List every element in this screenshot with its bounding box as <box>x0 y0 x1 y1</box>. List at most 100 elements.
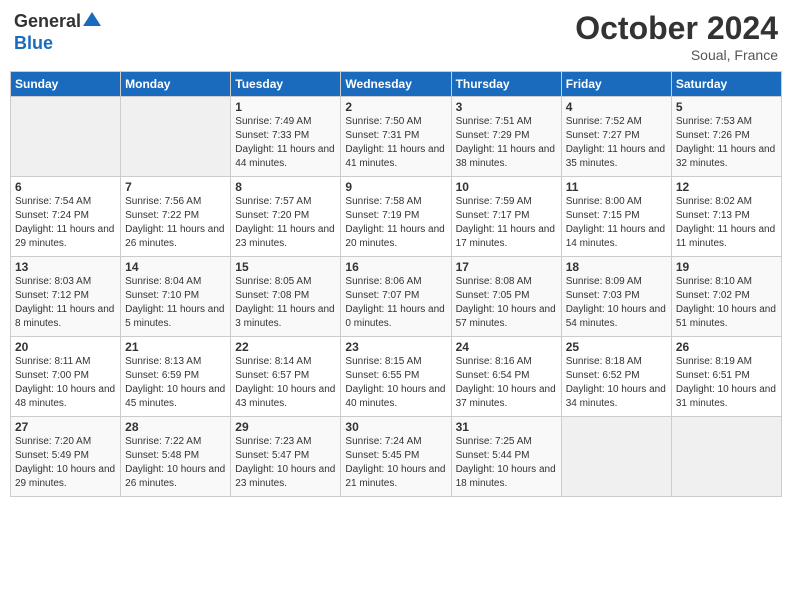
cell-content: Sunrise: 8:13 AMSunset: 6:59 PMDaylight:… <box>125 355 226 411</box>
day-number: 31 <box>456 420 557 434</box>
day-number: 22 <box>235 340 336 354</box>
cell-content: Sunrise: 8:19 AMSunset: 6:51 PMDaylight:… <box>676 355 777 411</box>
calendar-week-row: 27Sunrise: 7:20 AMSunset: 5:49 PMDayligh… <box>11 417 782 497</box>
cell-content: Sunrise: 7:49 AMSunset: 7:33 PMDaylight:… <box>235 115 336 171</box>
cell-content: Sunrise: 8:00 AMSunset: 7:15 PMDaylight:… <box>566 195 667 251</box>
day-number: 18 <box>566 260 667 274</box>
day-number: 24 <box>456 340 557 354</box>
calendar-cell <box>671 417 781 497</box>
calendar-cell: 9Sunrise: 7:58 AMSunset: 7:19 PMDaylight… <box>341 177 451 257</box>
calendar-cell: 16Sunrise: 8:06 AMSunset: 7:07 PMDayligh… <box>341 257 451 337</box>
cell-content: Sunrise: 8:14 AMSunset: 6:57 PMDaylight:… <box>235 355 336 411</box>
calendar-header-sunday: Sunday <box>11 72 121 97</box>
day-number: 10 <box>456 180 557 194</box>
calendar-header-saturday: Saturday <box>671 72 781 97</box>
logo-blue-text: Blue <box>14 33 53 53</box>
cell-content: Sunrise: 8:06 AMSunset: 7:07 PMDaylight:… <box>345 275 446 331</box>
calendar-header-row: SundayMondayTuesdayWednesdayThursdayFrid… <box>11 72 782 97</box>
day-number: 8 <box>235 180 336 194</box>
cell-content: Sunrise: 7:59 AMSunset: 7:17 PMDaylight:… <box>456 195 557 251</box>
calendar-cell: 28Sunrise: 7:22 AMSunset: 5:48 PMDayligh… <box>121 417 231 497</box>
cell-content: Sunrise: 7:51 AMSunset: 7:29 PMDaylight:… <box>456 115 557 171</box>
calendar-cell: 4Sunrise: 7:52 AMSunset: 7:27 PMDaylight… <box>561 97 671 177</box>
cell-content: Sunrise: 7:25 AMSunset: 5:44 PMDaylight:… <box>456 435 557 491</box>
cell-content: Sunrise: 7:57 AMSunset: 7:20 PMDaylight:… <box>235 195 336 251</box>
day-number: 28 <box>125 420 226 434</box>
logo-general-text: General <box>14 11 81 32</box>
calendar-cell: 30Sunrise: 7:24 AMSunset: 5:45 PMDayligh… <box>341 417 451 497</box>
calendar-header-monday: Monday <box>121 72 231 97</box>
day-number: 12 <box>676 180 777 194</box>
calendar-cell: 8Sunrise: 7:57 AMSunset: 7:20 PMDaylight… <box>231 177 341 257</box>
calendar-cell: 25Sunrise: 8:18 AMSunset: 6:52 PMDayligh… <box>561 337 671 417</box>
day-number: 14 <box>125 260 226 274</box>
day-number: 4 <box>566 100 667 114</box>
day-number: 21 <box>125 340 226 354</box>
calendar-cell <box>11 97 121 177</box>
cell-content: Sunrise: 7:24 AMSunset: 5:45 PMDaylight:… <box>345 435 446 491</box>
calendar-cell: 23Sunrise: 8:15 AMSunset: 6:55 PMDayligh… <box>341 337 451 417</box>
day-number: 30 <box>345 420 446 434</box>
cell-content: Sunrise: 7:23 AMSunset: 5:47 PMDaylight:… <box>235 435 336 491</box>
calendar-cell: 13Sunrise: 8:03 AMSunset: 7:12 PMDayligh… <box>11 257 121 337</box>
cell-content: Sunrise: 8:16 AMSunset: 6:54 PMDaylight:… <box>456 355 557 411</box>
day-number: 3 <box>456 100 557 114</box>
calendar-cell: 19Sunrise: 8:10 AMSunset: 7:02 PMDayligh… <box>671 257 781 337</box>
cell-content: Sunrise: 8:04 AMSunset: 7:10 PMDaylight:… <box>125 275 226 331</box>
calendar-cell: 12Sunrise: 8:02 AMSunset: 7:13 PMDayligh… <box>671 177 781 257</box>
calendar-cell: 2Sunrise: 7:50 AMSunset: 7:31 PMDaylight… <box>341 97 451 177</box>
calendar-header-wednesday: Wednesday <box>341 72 451 97</box>
day-number: 25 <box>566 340 667 354</box>
day-number: 2 <box>345 100 446 114</box>
day-number: 9 <box>345 180 446 194</box>
logo-icon <box>83 10 101 28</box>
calendar-cell: 18Sunrise: 8:09 AMSunset: 7:03 PMDayligh… <box>561 257 671 337</box>
location: Soual, France <box>575 47 778 63</box>
calendar-week-row: 1Sunrise: 7:49 AMSunset: 7:33 PMDaylight… <box>11 97 782 177</box>
cell-content: Sunrise: 8:03 AMSunset: 7:12 PMDaylight:… <box>15 275 116 331</box>
calendar-cell: 7Sunrise: 7:56 AMSunset: 7:22 PMDaylight… <box>121 177 231 257</box>
cell-content: Sunrise: 8:02 AMSunset: 7:13 PMDaylight:… <box>676 195 777 251</box>
calendar-cell: 15Sunrise: 8:05 AMSunset: 7:08 PMDayligh… <box>231 257 341 337</box>
cell-content: Sunrise: 8:15 AMSunset: 6:55 PMDaylight:… <box>345 355 446 411</box>
cell-content: Sunrise: 8:09 AMSunset: 7:03 PMDaylight:… <box>566 275 667 331</box>
calendar-cell: 3Sunrise: 7:51 AMSunset: 7:29 PMDaylight… <box>451 97 561 177</box>
cell-content: Sunrise: 7:53 AMSunset: 7:26 PMDaylight:… <box>676 115 777 171</box>
cell-content: Sunrise: 7:50 AMSunset: 7:31 PMDaylight:… <box>345 115 446 171</box>
logo: General Blue <box>14 10 101 54</box>
cell-content: Sunrise: 7:58 AMSunset: 7:19 PMDaylight:… <box>345 195 446 251</box>
day-number: 5 <box>676 100 777 114</box>
cell-content: Sunrise: 8:18 AMSunset: 6:52 PMDaylight:… <box>566 355 667 411</box>
calendar-cell: 21Sunrise: 8:13 AMSunset: 6:59 PMDayligh… <box>121 337 231 417</box>
calendar-cell: 27Sunrise: 7:20 AMSunset: 5:49 PMDayligh… <box>11 417 121 497</box>
calendar-table: SundayMondayTuesdayWednesdayThursdayFrid… <box>10 71 782 497</box>
calendar-cell: 24Sunrise: 8:16 AMSunset: 6:54 PMDayligh… <box>451 337 561 417</box>
day-number: 23 <box>345 340 446 354</box>
calendar-week-row: 20Sunrise: 8:11 AMSunset: 7:00 PMDayligh… <box>11 337 782 417</box>
title-block: October 2024 Soual, France <box>575 10 778 63</box>
day-number: 26 <box>676 340 777 354</box>
cell-content: Sunrise: 8:08 AMSunset: 7:05 PMDaylight:… <box>456 275 557 331</box>
calendar-cell: 11Sunrise: 8:00 AMSunset: 7:15 PMDayligh… <box>561 177 671 257</box>
calendar-cell: 6Sunrise: 7:54 AMSunset: 7:24 PMDaylight… <box>11 177 121 257</box>
cell-content: Sunrise: 7:54 AMSunset: 7:24 PMDaylight:… <box>15 195 116 251</box>
cell-content: Sunrise: 7:56 AMSunset: 7:22 PMDaylight:… <box>125 195 226 251</box>
page-header: General Blue October 2024 Soual, France <box>10 10 782 63</box>
calendar-cell: 1Sunrise: 7:49 AMSunset: 7:33 PMDaylight… <box>231 97 341 177</box>
calendar-cell <box>121 97 231 177</box>
calendar-cell: 26Sunrise: 8:19 AMSunset: 6:51 PMDayligh… <box>671 337 781 417</box>
day-number: 17 <box>456 260 557 274</box>
calendar-cell: 17Sunrise: 8:08 AMSunset: 7:05 PMDayligh… <box>451 257 561 337</box>
calendar-cell: 31Sunrise: 7:25 AMSunset: 5:44 PMDayligh… <box>451 417 561 497</box>
calendar-cell: 22Sunrise: 8:14 AMSunset: 6:57 PMDayligh… <box>231 337 341 417</box>
calendar-header-friday: Friday <box>561 72 671 97</box>
month-title: October 2024 <box>575 10 778 47</box>
day-number: 13 <box>15 260 116 274</box>
day-number: 7 <box>125 180 226 194</box>
calendar-week-row: 13Sunrise: 8:03 AMSunset: 7:12 PMDayligh… <box>11 257 782 337</box>
cell-content: Sunrise: 8:10 AMSunset: 7:02 PMDaylight:… <box>676 275 777 331</box>
day-number: 29 <box>235 420 336 434</box>
calendar-header-tuesday: Tuesday <box>231 72 341 97</box>
cell-content: Sunrise: 8:05 AMSunset: 7:08 PMDaylight:… <box>235 275 336 331</box>
day-number: 1 <box>235 100 336 114</box>
